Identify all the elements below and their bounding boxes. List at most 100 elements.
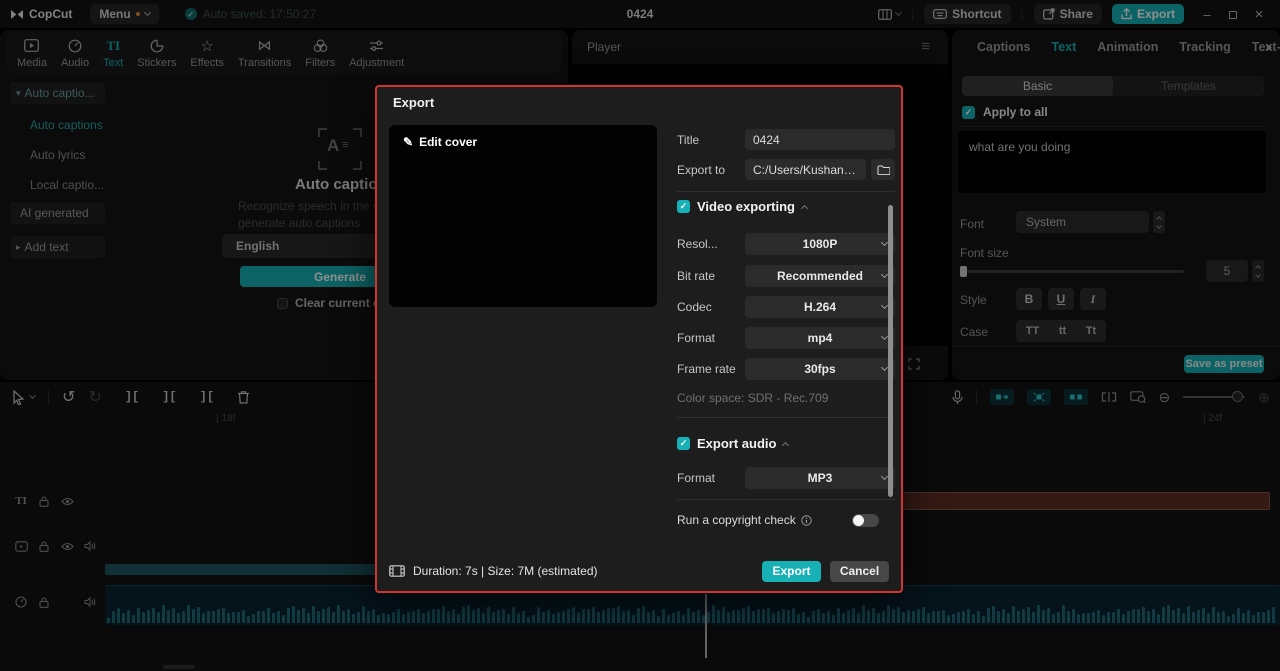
font-select[interactable]: System (1016, 211, 1149, 233)
style-label: Style (960, 293, 987, 307)
codec-select[interactable]: H.264 (745, 296, 895, 318)
resolution-select[interactable]: 1080P (745, 233, 895, 255)
fullscreen-icon[interactable] (908, 358, 920, 370)
sidebar-item-auto-captions[interactable]: Auto captions (10, 114, 120, 136)
top-bar: CopCut Menu ✓ Auto saved: 17:50:27 0424 … (0, 0, 1280, 28)
zoom-in-icon[interactable]: ⊕ (1258, 389, 1270, 406)
tab-stickers[interactable]: Stickers (130, 38, 183, 69)
mute-icon[interactable] (83, 539, 97, 553)
lock-icon[interactable] (37, 539, 51, 553)
framerate-select[interactable]: 30fps (745, 358, 895, 380)
apply-to-all-checkbox[interactable]: ✓ Apply to all (962, 105, 1048, 119)
more-tabs-icon[interactable]: » (1265, 40, 1272, 54)
caption-text-input[interactable]: what are you doing (958, 131, 1266, 193)
zoom-out-icon[interactable]: ⊖ (1159, 389, 1171, 406)
dialog-cancel-button[interactable]: Cancel (830, 560, 889, 582)
tab-filters[interactable]: Filters (298, 38, 342, 69)
font-size-value[interactable]: 5 (1206, 260, 1248, 282)
tab-templates[interactable]: Templates (1113, 76, 1264, 96)
titlecase-button[interactable]: Tt (1086, 325, 1096, 337)
sidebar-item-add-text[interactable]: ▸ Add text (10, 236, 105, 258)
lowercase-button[interactable]: tt (1059, 325, 1066, 337)
audio-format-value: MP3 (807, 471, 833, 485)
bitrate-select[interactable]: Recommended (745, 265, 895, 287)
mirror-split-icon[interactable] (1101, 392, 1117, 402)
tab-effects[interactable]: ☆ Effects (183, 38, 230, 69)
timeline-zoom-slider[interactable] (1183, 391, 1246, 402)
font-stepper[interactable] (1153, 211, 1165, 233)
bold-button[interactable]: B (1016, 288, 1042, 310)
shortcut-button[interactable]: Shortcut (924, 4, 1011, 24)
horizontal-scrollbar[interactable] (163, 665, 195, 669)
split-left-button[interactable]: ][ (125, 390, 139, 404)
copyright-check-toggle[interactable] (852, 514, 879, 527)
share-button[interactable]: Share (1033, 4, 1102, 24)
close-button[interactable]: × (1246, 6, 1272, 23)
auto-ripple-icon[interactable] (989, 389, 1014, 405)
record-voiceover-icon[interactable] (951, 389, 963, 405)
export-button[interactable]: Export (1111, 4, 1184, 24)
font-label: Font (960, 217, 985, 231)
underline-button[interactable]: U (1048, 288, 1074, 310)
sidebar-item-auto-caption-group[interactable]: ▾ Auto captio... (10, 82, 105, 104)
undo-button[interactable]: ↺ (62, 387, 75, 407)
export-audio-section-header[interactable]: ✓ Export audio (677, 436, 790, 451)
slider-thumb[interactable] (960, 266, 967, 277)
preview-quality-icon[interactable] (1129, 391, 1146, 403)
tab-captions[interactable]: Captions (977, 40, 1030, 54)
video-track-header (14, 539, 97, 553)
chevron-down-icon (1255, 271, 1261, 278)
italic-button[interactable]: I (1080, 288, 1106, 310)
export-path-input[interactable]: C:/Users/Kushani Nim... (745, 159, 866, 180)
player-menu-icon[interactable]: ≡ (921, 38, 930, 55)
eye-icon[interactable] (60, 494, 74, 508)
lock-icon[interactable] (37, 595, 51, 609)
tab-text[interactable]: TI Text (96, 38, 130, 69)
tab-animation[interactable]: Animation (1097, 40, 1158, 54)
tab-adjustment[interactable]: Adjustment (342, 38, 411, 69)
eye-icon[interactable] (60, 539, 74, 553)
tab-text[interactable]: Text (1051, 40, 1076, 54)
video-exporting-section-header[interactable]: ✓ Video exporting (677, 199, 809, 214)
delete-icon[interactable] (237, 390, 250, 404)
format-select[interactable]: mp4 (745, 327, 895, 349)
redo-button[interactable]: ↻ (88, 387, 101, 407)
sidebar-item-ai-generated[interactable]: AI generated (10, 202, 105, 224)
edit-cover-button[interactable]: ✎ Edit cover (403, 135, 477, 149)
font-size-slider[interactable] (960, 266, 1184, 277)
layout-switch-button[interactable] (878, 8, 903, 20)
caption-text-value: what are you doing (969, 140, 1071, 154)
audio-track-header (14, 595, 97, 609)
tab-transitions[interactable]: ⋈ Transitions (231, 37, 298, 69)
sidebar-item-auto-lyrics[interactable]: Auto lyrics (10, 144, 105, 166)
maximize-button[interactable] (1220, 7, 1246, 22)
playhead[interactable] (705, 594, 707, 658)
menu-button[interactable]: Menu (90, 4, 159, 24)
minimize-button[interactable]: – (1194, 7, 1220, 22)
link-clips-icon[interactable] (1063, 389, 1088, 405)
save-as-preset-button[interactable]: Save as preset (1184, 355, 1264, 373)
magnetic-snap-icon[interactable] (1026, 389, 1051, 405)
tab-audio[interactable]: Audio (54, 38, 96, 69)
dialog-export-button[interactable]: Export (762, 560, 821, 582)
split-right-button[interactable]: ][ (200, 390, 214, 404)
slider-thumb[interactable] (1232, 391, 1244, 402)
export-path-value: C:/Users/Kushani Nim... (753, 162, 858, 177)
title-input[interactable]: 0424 (745, 129, 895, 150)
tab-tracking[interactable]: Tracking (1179, 40, 1230, 54)
mute-icon[interactable] (83, 595, 97, 609)
uppercase-button[interactable]: TT (1026, 325, 1039, 337)
caret-right-icon: ▸ (16, 241, 21, 252)
split-button[interactable]: ][ (162, 390, 176, 404)
font-size-stepper[interactable] (1252, 260, 1264, 282)
dialog-scrollbar[interactable] (888, 205, 893, 497)
tab-media[interactable]: Media (10, 38, 54, 69)
browse-folder-button[interactable] (871, 159, 895, 180)
lock-icon[interactable] (37, 494, 51, 508)
sidebar-item-local-captions[interactable]: Local captio... (10, 174, 105, 196)
tab-basic[interactable]: Basic (962, 76, 1113, 96)
case-label: Case (960, 325, 989, 339)
select-tool-button[interactable] (12, 389, 37, 405)
audio-format-select[interactable]: MP3 (745, 467, 895, 489)
tab-label: Filters (305, 56, 336, 69)
